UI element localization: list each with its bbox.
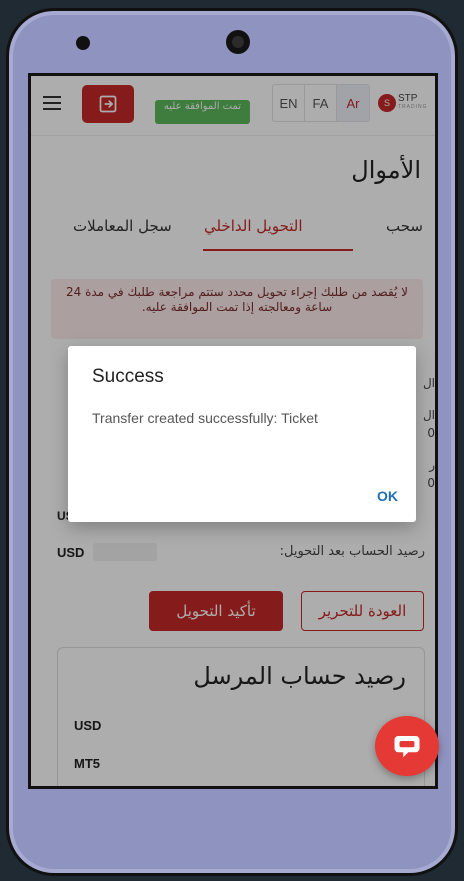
dialog-title: Success — [92, 366, 164, 387]
screen: تمت الموافقة عليه EN FA Ar S STP TRADING… — [28, 73, 438, 789]
chat-button[interactable] — [375, 716, 439, 776]
dialog-message: Transfer created successfully: Ticket — [92, 410, 318, 426]
speaker — [76, 36, 90, 50]
chat-icon — [394, 736, 420, 758]
phone-frame: تمت الموافقة عليه EN FA Ar S STP TRADING… — [0, 0, 464, 881]
ok-button[interactable]: OK — [377, 488, 398, 504]
success-dialog: Success Transfer created successfully: T… — [68, 346, 416, 522]
app-content: تمت الموافقة عليه EN FA Ar S STP TRADING… — [31, 76, 435, 786]
camera — [226, 30, 250, 54]
